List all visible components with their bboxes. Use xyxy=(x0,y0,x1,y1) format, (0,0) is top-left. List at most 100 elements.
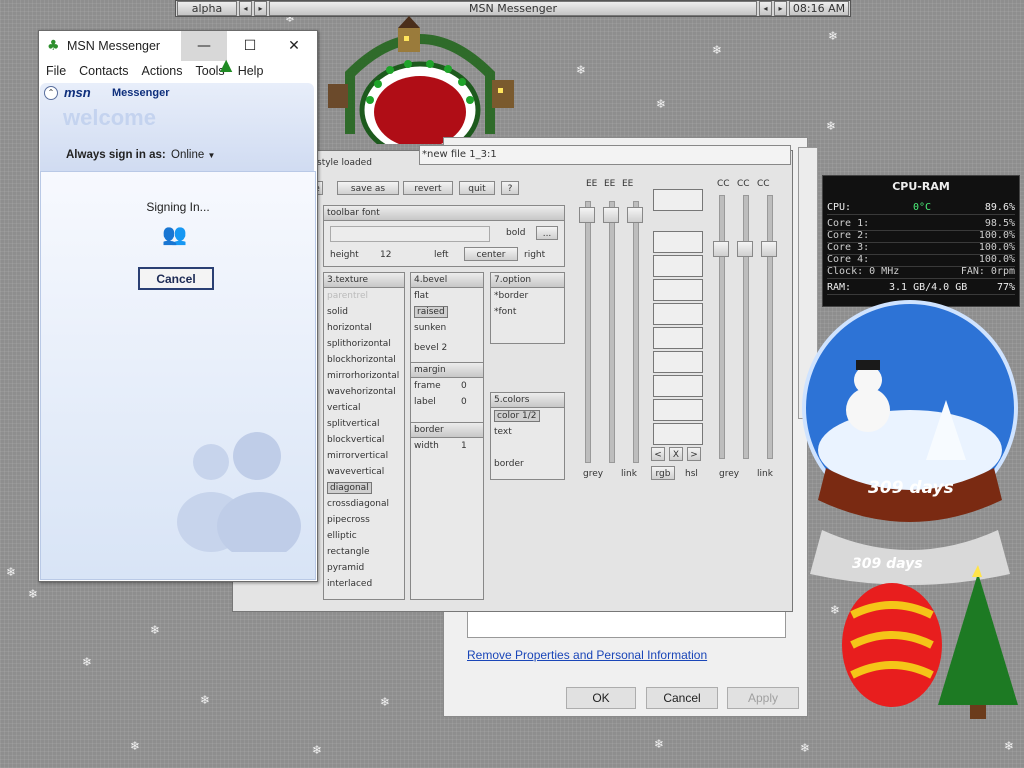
nav-prev-button[interactable]: < xyxy=(651,447,665,461)
bevel-list: 4.bevel flat raised sunken bevel 2 margin f… xyxy=(410,272,484,600)
texture-item[interactable]: splitvertical xyxy=(324,416,404,432)
slider-knob-2[interactable] xyxy=(603,207,619,223)
slider-knob-3[interactable] xyxy=(627,207,643,223)
slider-track-3[interactable] xyxy=(633,201,639,463)
mode-grey-left[interactable]: grey xyxy=(583,469,603,479)
slider-knob-6[interactable] xyxy=(761,241,777,257)
texture-item[interactable]: mirrorvertical xyxy=(324,448,404,464)
color-text[interactable]: text xyxy=(491,424,564,440)
color-swatch-7[interactable] xyxy=(653,375,703,397)
msn-menubar: File Contacts Actions Tools Help xyxy=(39,61,317,81)
maximize-button[interactable]: ☐ xyxy=(227,31,273,61)
margin-frame-row[interactable]: frame 0 xyxy=(411,378,483,394)
color-swatch-5[interactable] xyxy=(653,327,703,349)
texture-item[interactable]: rectangle xyxy=(324,544,404,560)
color-swatch-8[interactable] xyxy=(653,399,703,421)
border-header: border xyxy=(411,422,483,438)
remove-properties-link[interactable]: Remove Properties and Personal Informati… xyxy=(467,648,707,662)
color-border[interactable]: border xyxy=(491,456,564,472)
align-center-option[interactable]: center xyxy=(464,247,518,261)
close-button[interactable]: ✕ xyxy=(271,31,317,61)
mode-link-left[interactable]: link xyxy=(621,469,637,479)
texture-item[interactable]: mirrorhorizontal xyxy=(324,368,404,384)
bevel-item[interactable]: bevel 2 xyxy=(411,340,483,356)
apply-button[interactable]: Apply xyxy=(727,687,799,709)
workspace-name[interactable]: alpha xyxy=(177,1,237,16)
collapse-icon[interactable]: ⌃ xyxy=(44,86,58,100)
next-workspace-arrow-icon[interactable]: ▸ xyxy=(254,1,267,16)
cancel-signin-button[interactable]: Cancel xyxy=(138,267,214,290)
color-swatch-9[interactable] xyxy=(653,423,703,445)
margin-label-row[interactable]: label 0 xyxy=(411,394,483,410)
texture-item[interactable]: diagonal xyxy=(324,480,404,496)
editor-tab-title[interactable]: *new file 1_3:1 xyxy=(419,145,791,165)
slider-track-1[interactable] xyxy=(585,201,591,463)
texture-item[interactable]: wavevertical xyxy=(324,464,404,480)
texture-item[interactable]: wavehorizontal xyxy=(324,384,404,400)
days-counter-label: 309 days xyxy=(868,478,954,498)
revert-button[interactable]: revert xyxy=(403,181,453,195)
quit-button[interactable]: quit xyxy=(459,181,495,195)
slider-track-2[interactable] xyxy=(609,201,615,463)
mode-rgb-button[interactable]: rgb xyxy=(651,466,675,480)
texture-item[interactable]: blockvertical xyxy=(324,432,404,448)
properties-textbox[interactable] xyxy=(467,608,786,638)
color-1-2[interactable]: color 1/2 xyxy=(491,408,564,424)
font-input[interactable] xyxy=(330,226,490,242)
texture-item[interactable]: splithorizontal xyxy=(324,336,404,352)
texture-item[interactable]: vertical xyxy=(324,400,404,416)
height-value[interactable]: 12 xyxy=(380,250,391,260)
texture-item[interactable]: solid xyxy=(324,304,404,320)
status-dropdown[interactable]: Online ▼ xyxy=(171,149,215,161)
color-swatch-3[interactable] xyxy=(653,279,703,301)
slider-knob-1[interactable] xyxy=(579,207,595,223)
prev-workspace-arrow-icon[interactable]: ◂ xyxy=(239,1,252,16)
option-font[interactable]: *font xyxy=(491,304,564,320)
color-swatch-2[interactable] xyxy=(653,255,703,277)
slider-label-2: EE xyxy=(604,179,616,189)
slider-track-6[interactable] xyxy=(767,195,773,459)
border-width-row[interactable]: width 1 xyxy=(411,438,483,454)
texture-item[interactable]: elliptic xyxy=(324,528,404,544)
nav-next-button[interactable]: > xyxy=(687,447,701,461)
status-value: Online xyxy=(171,149,205,161)
texture-item[interactable]: interlaced xyxy=(324,576,404,592)
ok-button[interactable]: OK xyxy=(566,687,636,709)
prev-window-arrow-icon[interactable]: ◂ xyxy=(759,1,772,16)
texture-item[interactable]: horizontal xyxy=(324,320,404,336)
snowflake-icon: ❄ xyxy=(130,739,141,753)
save-as-button[interactable]: save as xyxy=(337,181,399,195)
menu-contacts[interactable]: Contacts xyxy=(79,61,135,81)
menu-actions[interactable]: Actions xyxy=(142,61,190,81)
align-right-option[interactable]: right xyxy=(524,250,545,260)
slider-track-5[interactable] xyxy=(743,195,749,459)
bevel-item[interactable]: raised xyxy=(411,304,483,320)
font-browse-button[interactable]: ... xyxy=(536,226,558,240)
texture-item[interactable]: parentrel xyxy=(324,288,404,304)
bevel-item[interactable]: flat xyxy=(411,288,483,304)
menu-file[interactable]: File xyxy=(46,61,73,81)
color-swatch-1[interactable] xyxy=(653,231,703,253)
texture-item[interactable]: pyramid xyxy=(324,560,404,576)
texture-item[interactable]: pipecross xyxy=(324,512,404,528)
next-window-arrow-icon[interactable]: ▸ xyxy=(774,1,787,16)
msn-titlebar[interactable]: ♣ MSN Messenger — ☐ ✕ xyxy=(39,31,317,61)
slider-track-4[interactable] xyxy=(719,195,725,459)
color-swatch-4[interactable] xyxy=(653,303,703,325)
bevel-item[interactable]: sunken xyxy=(411,320,483,336)
mode-hsl[interactable]: hsl xyxy=(685,469,698,479)
color-preview-swatch[interactable] xyxy=(653,189,703,211)
cancel-properties-button[interactable]: Cancel xyxy=(646,687,718,709)
menu-help[interactable]: Help xyxy=(238,61,271,81)
texture-item[interactable]: crossdiagonal xyxy=(324,496,404,512)
option-border[interactable]: *border xyxy=(491,288,564,304)
help-button[interactable]: ? xyxy=(501,181,519,195)
slider-knob-4[interactable] xyxy=(713,241,729,257)
nav-clear-button[interactable]: X xyxy=(669,447,683,461)
align-left-option[interactable]: left xyxy=(434,250,449,260)
slider-knob-5[interactable] xyxy=(737,241,753,257)
mode-link-right[interactable]: link xyxy=(757,469,773,479)
mode-grey-right[interactable]: grey xyxy=(719,469,739,479)
color-swatch-6[interactable] xyxy=(653,351,703,373)
texture-item[interactable]: blockhorizontal xyxy=(324,352,404,368)
